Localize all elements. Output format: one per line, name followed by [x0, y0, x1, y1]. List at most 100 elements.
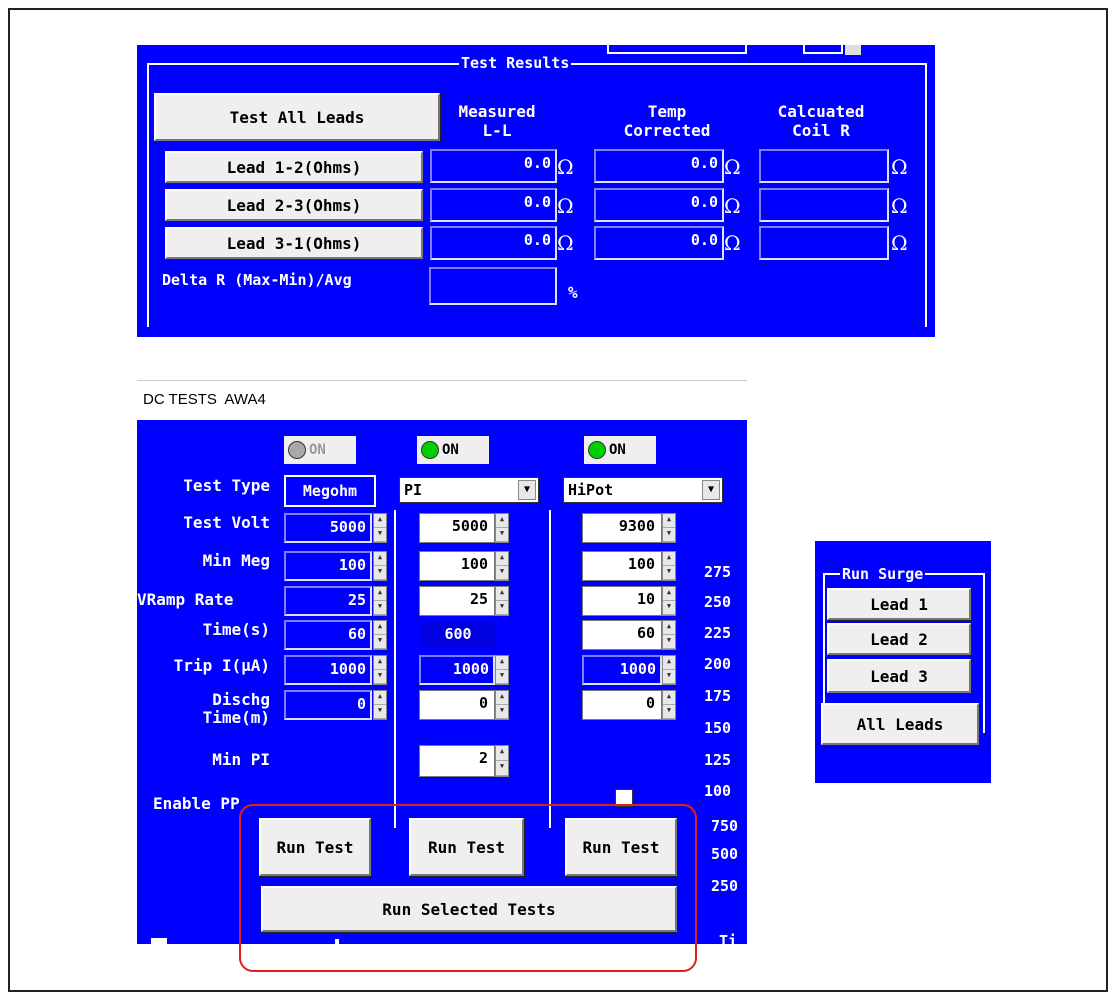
- axis-tick: 1500: [704, 719, 732, 737]
- megohm-volt-field[interactable]: 5000: [284, 513, 372, 543]
- run-surge-panel: Run Surge Lead 1 Lead 2 Lead 3 All Leads: [815, 541, 991, 783]
- megohm-on-indicator[interactable]: ON: [284, 436, 356, 464]
- hipot-minmeg-spinner[interactable]: ▲ ▼: [662, 551, 676, 581]
- label-time: Time(s): [202, 620, 270, 639]
- group-legend: Test Results: [459, 54, 572, 72]
- axis-tick: 2500: [704, 593, 732, 611]
- highlight-box: [239, 804, 697, 972]
- calc-1-2-field[interactable]: [759, 149, 889, 183]
- pi-dischg-field[interactable]: 0: [419, 690, 495, 720]
- megohm-vramp-spinner[interactable]: ▲ ▼: [373, 586, 387, 616]
- ohm-unit: Ω: [891, 231, 908, 255]
- hipot-on-indicator[interactable]: ON: [584, 436, 656, 464]
- pi-on-indicator[interactable]: ON: [417, 436, 489, 464]
- hipot-vramp-field[interactable]: 10: [582, 586, 662, 616]
- surge-lead-1-button[interactable]: Lead 1: [827, 588, 971, 620]
- megohm-dischg-field[interactable]: 0: [284, 690, 372, 720]
- column-divider: [394, 510, 396, 828]
- test-all-leads-button[interactable]: Test All Leads: [154, 93, 440, 141]
- on-label: ON: [609, 442, 626, 458]
- pi-vramp-field[interactable]: 25: [419, 586, 495, 616]
- megohm-minmeg-spinner[interactable]: ▲ ▼: [373, 551, 387, 581]
- chevron-down-icon[interactable]: ▼: [518, 480, 536, 500]
- megohm-time-spinner[interactable]: ▲ ▼: [373, 620, 387, 650]
- on-label: ON: [442, 442, 459, 458]
- ohm-unit: Ω: [891, 155, 908, 179]
- hipot-dischg-field[interactable]: 0: [582, 690, 662, 720]
- axis-tick: 2750: [704, 563, 732, 581]
- megohm-volt-spinner[interactable]: ▲ ▼: [373, 513, 387, 543]
- label-trip: Trip I(µA): [173, 656, 270, 675]
- ohm-unit: Ω: [557, 231, 574, 255]
- temp-2-3-field[interactable]: 0.0: [594, 188, 724, 222]
- surge-lead-3-button[interactable]: Lead 3: [827, 659, 971, 693]
- pi-minpi-field[interactable]: 2: [419, 745, 495, 777]
- measured-3-1-field[interactable]: 0.0: [430, 226, 557, 260]
- hipot-dischg-spinner[interactable]: ▲ ▼: [662, 690, 676, 720]
- axis-tick: 2000: [704, 655, 732, 673]
- ohm-unit: Ω: [724, 155, 741, 179]
- pi-volt-field[interactable]: 5000: [419, 513, 495, 543]
- megohm-vramp-field[interactable]: 25: [284, 586, 372, 616]
- top-spin-partial: [845, 45, 861, 55]
- hipot-trip-spinner[interactable]: ▲ ▼: [662, 655, 676, 685]
- dc-tests-titlebar: DC TESTS AWA4: [137, 380, 747, 420]
- megohm-time-field[interactable]: 60: [284, 620, 372, 650]
- megohm-type-field[interactable]: Megohm: [284, 475, 376, 507]
- axis-tick: 2250: [704, 624, 732, 642]
- surge-lead-2-button[interactable]: Lead 2: [827, 623, 971, 655]
- surge-all-leads-button[interactable]: All Leads: [821, 703, 979, 745]
- label-min-pi: Min PI: [212, 750, 270, 769]
- ohm-unit: Ω: [557, 194, 574, 218]
- pi-time-field[interactable]: 600: [419, 620, 497, 650]
- surge-legend: Run Surge: [840, 565, 926, 583]
- column-divider: [549, 510, 551, 828]
- axis-tick: 500: [711, 845, 739, 863]
- calc-3-1-field[interactable]: [759, 226, 889, 260]
- pi-minpi-spinner[interactable]: ▲ ▼: [495, 745, 509, 777]
- select-value: HiPot: [568, 481, 614, 499]
- group-border-bottom-gap: [149, 323, 427, 329]
- megohm-dischg-spinner[interactable]: ▲ ▼: [373, 690, 387, 720]
- calc-2-3-field[interactable]: [759, 188, 889, 222]
- pi-minmeg-field[interactable]: 100: [419, 551, 495, 581]
- hipot-time-field[interactable]: 60: [582, 620, 662, 650]
- pi-trip-spinner[interactable]: ▲ ▼: [495, 655, 509, 685]
- megohm-trip-spinner[interactable]: ▲ ▼: [373, 655, 387, 685]
- hipot-vramp-spinner[interactable]: ▲ ▼: [662, 586, 676, 616]
- axis-tick: 750: [711, 817, 739, 835]
- lead-3-1-button[interactable]: Lead 3-1(Ohms): [165, 227, 423, 259]
- hipot-trip-field[interactable]: 1000: [582, 655, 662, 685]
- hipot-minmeg-field[interactable]: 100: [582, 551, 662, 581]
- ohm-unit: Ω: [891, 194, 908, 218]
- lead-1-2-button[interactable]: Lead 1-2(Ohms): [165, 151, 423, 183]
- hipot-time-spinner[interactable]: ▲ ▼: [662, 620, 676, 650]
- label-test-volt: Test Volt: [183, 513, 270, 532]
- label-dischg: Dischg Time(m): [202, 690, 270, 727]
- measured-1-2-field[interactable]: 0.0: [430, 149, 557, 183]
- hipot-volt-spinner[interactable]: ▲ ▼: [662, 513, 676, 543]
- temp-1-2-field[interactable]: 0.0: [594, 149, 724, 183]
- led-icon: [588, 441, 606, 459]
- label-min-meg: Min Meg: [202, 551, 270, 570]
- temp-3-1-field[interactable]: 0.0: [594, 226, 724, 260]
- pi-minmeg-spinner[interactable]: ▲ ▼: [495, 551, 509, 581]
- pi-trip-field[interactable]: 1000: [419, 655, 495, 685]
- hipot-type-select[interactable]: HiPot ▼: [563, 477, 723, 503]
- delta-r-field[interactable]: [429, 267, 557, 305]
- lead-2-3-button[interactable]: Lead 2-3(Ohms): [165, 189, 423, 221]
- measured-2-3-field[interactable]: 0.0: [430, 188, 557, 222]
- led-icon: [421, 441, 439, 459]
- col-header-measured: Measured L-L: [458, 102, 536, 140]
- top-field-partial: [607, 45, 747, 54]
- megohm-trip-field[interactable]: 1000: [284, 655, 372, 685]
- chevron-down-icon[interactable]: ▼: [702, 480, 720, 500]
- pi-volt-spinner[interactable]: ▲ ▼: [495, 513, 509, 543]
- pi-vramp-spinner[interactable]: ▲ ▼: [495, 586, 509, 616]
- on-label: ON: [309, 442, 326, 458]
- megohm-minmeg-field[interactable]: 100: [284, 551, 372, 581]
- hipot-volt-field[interactable]: 9300: [582, 513, 662, 543]
- bottom-checkbox-partial: [151, 938, 167, 944]
- pi-type-select[interactable]: PI ▼: [399, 477, 539, 503]
- pi-dischg-spinner[interactable]: ▲ ▼: [495, 690, 509, 720]
